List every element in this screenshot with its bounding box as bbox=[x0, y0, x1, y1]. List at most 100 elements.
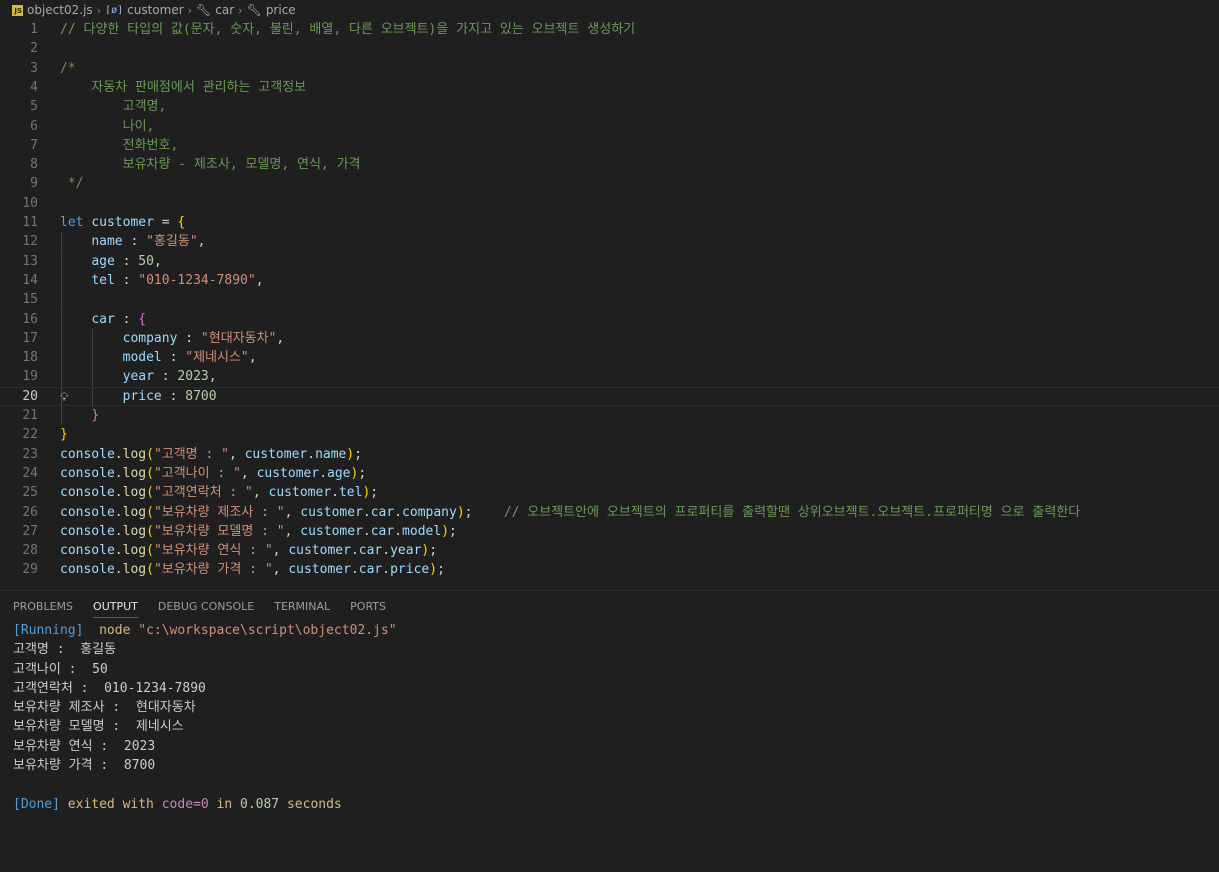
code-token: car bbox=[91, 311, 115, 327]
breadcrumb-customer[interactable]: [ø] customer bbox=[105, 3, 184, 17]
code-token: ) bbox=[441, 523, 450, 539]
tab-terminal[interactable]: TERMINAL bbox=[274, 592, 330, 622]
code-token: year bbox=[122, 369, 154, 385]
code-token: "고객연락처 : " bbox=[153, 485, 253, 501]
code-token: . bbox=[114, 523, 123, 539]
line-number: 19 bbox=[22, 369, 38, 385]
code-line[interactable]: 11 let customer = { bbox=[0, 213, 1219, 232]
code-line[interactable]: 5 고객명, bbox=[0, 97, 1219, 116]
code-text: name : "홍길동", bbox=[60, 232, 205, 251]
tab-debug-console[interactable]: DEBUG CONSOLE bbox=[158, 592, 254, 622]
code-token: ; bbox=[358, 465, 367, 481]
code-line[interactable]: 18 model : "제네시스", bbox=[0, 348, 1219, 368]
code-token: , bbox=[240, 465, 257, 481]
code-token: 2023 bbox=[177, 369, 209, 385]
code-line[interactable]: 15 bbox=[0, 290, 1219, 310]
code-token: customer bbox=[91, 215, 154, 230]
code-line[interactable]: 12 name : "홍길동", bbox=[0, 232, 1219, 252]
code-line[interactable]: 20 💡︎ price : 8700 bbox=[0, 386, 1219, 407]
code-line[interactable]: 16 car : { bbox=[0, 309, 1219, 329]
breadcrumb-file[interactable]: JS object02.js bbox=[12, 3, 93, 17]
tab-problems[interactable]: PROBLEMS bbox=[13, 592, 73, 622]
code-text: } bbox=[60, 425, 68, 444]
code-line[interactable]: 21 } bbox=[0, 406, 1219, 425]
code-line[interactable]: 28 console.log("보유차량 연식 : ", customer.car… bbox=[0, 541, 1219, 560]
line-number: 21 bbox=[22, 408, 38, 423]
code-line[interactable]: 22} bbox=[0, 425, 1219, 444]
code-line[interactable]: 1 // 다양한 타입의 값(문자, 숫자, 불린, 배열, 다른 오브젝트)을 … bbox=[0, 20, 1219, 39]
code-text: 자동차 판매점에서 관리하는 고객정보 bbox=[60, 78, 306, 97]
code-token: age bbox=[91, 253, 115, 269]
code-token: 50 bbox=[138, 253, 154, 269]
code-line[interactable]: 14 tel : "010-1234-7890", bbox=[0, 270, 1219, 290]
breadcrumb-price[interactable]: 🔧︎ price bbox=[247, 3, 296, 17]
code-token: , bbox=[248, 350, 257, 366]
output-token: 보유차량 가격 : 8700 bbox=[13, 758, 156, 774]
code-token: customer bbox=[256, 465, 320, 481]
code-line[interactable]: 4 자동차 판매점에서 관리하는 고객정보 bbox=[0, 78, 1219, 97]
code-token: . bbox=[307, 446, 316, 462]
code-token: */ bbox=[60, 176, 84, 192]
code-token: "고객명 : " bbox=[153, 446, 229, 462]
code-editor[interactable]: 1 // 다양한 타입의 값(문자, 숫자, 불린, 배열, 다른 오브젝트)을 … bbox=[0, 20, 1219, 590]
line-number: 29 bbox=[22, 562, 38, 578]
code-token: name bbox=[91, 234, 123, 250]
code-token: customer bbox=[288, 543, 351, 559]
code-line[interactable]: 27 console.log("보유차량 모델명 : ", customer.ca… bbox=[0, 522, 1219, 541]
code-line[interactable]: 3 /* bbox=[0, 59, 1219, 78]
code-token: : bbox=[122, 234, 147, 250]
code-token: ; bbox=[464, 504, 504, 520]
code-token: , bbox=[272, 562, 289, 578]
chevron-right-icon: › bbox=[238, 3, 243, 17]
code-line[interactable]: 8 보유차량 - 제조사, 모델명, 연식, 가격 bbox=[0, 155, 1219, 174]
code-line[interactable]: 24 console.log("고객나이 : ", customer.age); bbox=[0, 464, 1219, 483]
code-line[interactable]: 13 age : 50, bbox=[0, 251, 1219, 271]
output-token: [Done] bbox=[13, 796, 60, 812]
output-line: 고객명 : 홍길동 bbox=[13, 640, 397, 659]
code-token: ; bbox=[429, 543, 438, 559]
code-token: . bbox=[331, 485, 339, 501]
breadcrumb-car[interactable]: 🔧︎ car bbox=[196, 3, 234, 17]
code-token: , bbox=[272, 543, 289, 559]
code-token: // 다양한 타입의 값(문자, 숫자, 불린, 배열, 다른 오브젝트)을 가… bbox=[60, 22, 636, 37]
javascript-file-icon: JS bbox=[12, 4, 23, 16]
code-line[interactable]: 9 */ bbox=[0, 174, 1219, 193]
code-token: } bbox=[60, 427, 68, 443]
code-text: console.log("고객연락처 : ", customer.tel); bbox=[60, 483, 378, 502]
code-line[interactable]: 17 company : "현대자동차", bbox=[0, 328, 1219, 348]
tab-ports[interactable]: PORTS bbox=[350, 592, 386, 622]
code-token: : bbox=[114, 311, 139, 327]
code-token: company bbox=[402, 504, 457, 520]
code-token: car bbox=[370, 523, 395, 539]
code-line[interactable]: 7 전화번호, bbox=[0, 136, 1219, 155]
code-text: console.log("보유차량 모델명 : ", customer.car.… bbox=[60, 522, 457, 541]
code-line[interactable]: 2 bbox=[0, 39, 1219, 58]
code-line[interactable]: 29 console.log("보유차량 가격 : ", customer.car… bbox=[0, 560, 1219, 579]
code-text: 나이, bbox=[60, 117, 155, 136]
output-line: 보유차량 연식 : 2023 bbox=[13, 737, 397, 756]
code-line[interactable]: 23 console.log("고객명 : ", customer.name); bbox=[0, 445, 1219, 464]
line-number: 25 bbox=[22, 485, 38, 501]
code-line[interactable]: 25 console.log("고객연락처 : ", customer.tel); bbox=[0, 483, 1219, 502]
code-token: ; bbox=[449, 523, 457, 539]
output-log[interactable]: [Running] node "c:\workspace\script\obje… bbox=[13, 621, 397, 814]
code-token: 고객명, bbox=[60, 99, 167, 115]
code-text: car : { bbox=[60, 310, 146, 329]
code-line[interactable]: 6 나이, bbox=[0, 117, 1219, 136]
code-text: console.log("보유차량 가격 : ", customer.car.p… bbox=[60, 560, 445, 579]
code-token: "고객나이 : " bbox=[153, 465, 241, 481]
line-number: 22 bbox=[22, 427, 38, 443]
code-token: . bbox=[382, 562, 391, 578]
tab-output[interactable]: OUTPUT bbox=[93, 592, 138, 622]
code-token: "보유차량 모델명 : " bbox=[153, 523, 285, 539]
code-line[interactable]: 10 bbox=[0, 194, 1219, 213]
code-token: "홍길동" bbox=[146, 234, 198, 250]
line-number: 2 bbox=[30, 41, 38, 57]
code-line[interactable]: 19 year : 2023, bbox=[0, 367, 1219, 387]
code-text: 보유차량 - 제조사, 모델명, 연식, 가격 bbox=[60, 155, 361, 174]
breadcrumb-customer-label: customer bbox=[127, 3, 184, 17]
output-token: 고객명 : 홍길동 bbox=[13, 642, 117, 658]
code-token: . bbox=[382, 543, 391, 559]
line-number: 4 bbox=[30, 79, 38, 95]
code-line[interactable]: 26 console.log("보유차량 제조사 : ", customer.ca… bbox=[0, 503, 1219, 522]
